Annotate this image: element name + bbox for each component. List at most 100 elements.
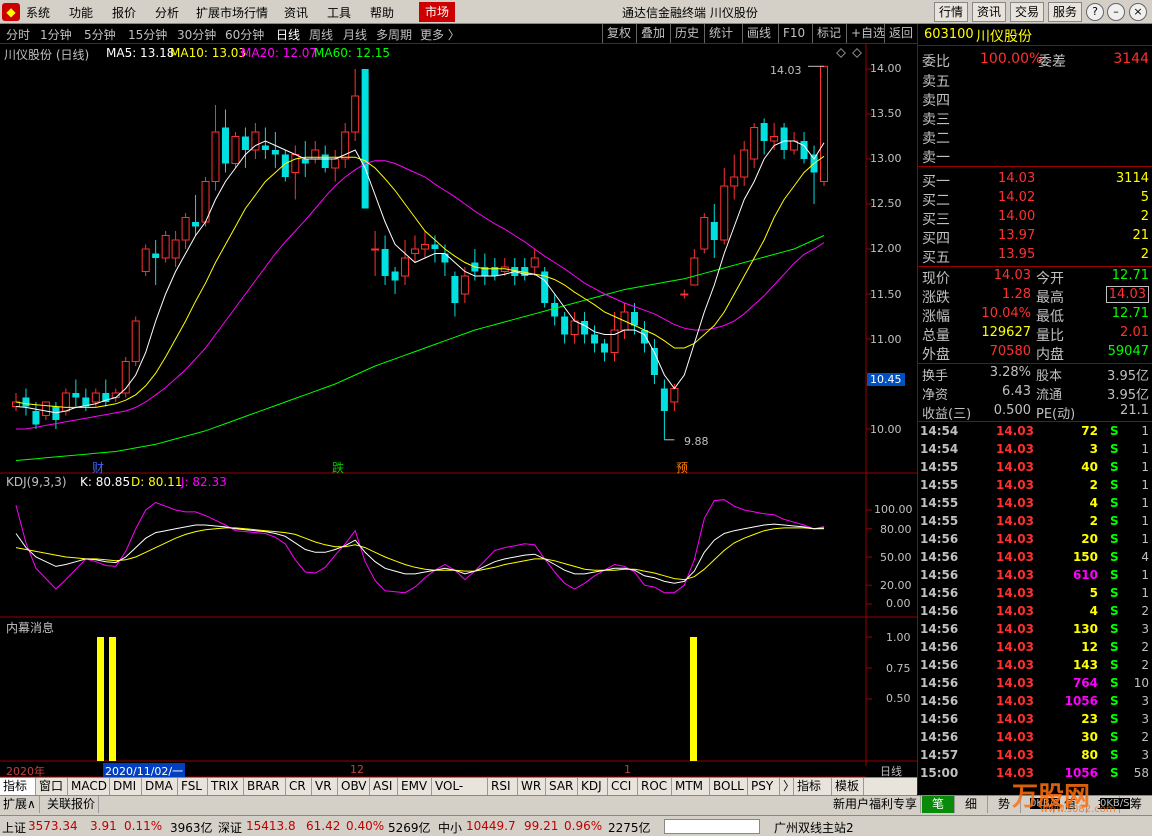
sz-label: 深证 — [218, 821, 243, 835]
indicator-tab[interactable]: 模板 — [832, 778, 864, 795]
buy-volume: 2 — [1140, 247, 1149, 262]
period-tab-more[interactable]: 更多 〉 — [420, 26, 460, 43]
buy-volume: 5 — [1140, 190, 1149, 205]
menu-item-system[interactable]: 系统 — [26, 4, 50, 21]
indicator-tab[interactable]: SAR — [546, 778, 578, 795]
right-panel-tab[interactable]: 笔 — [922, 796, 955, 813]
tick-side: S — [1110, 622, 1119, 636]
indicator-tab[interactable]: CCI — [608, 778, 638, 795]
top-button-quote[interactable]: 行情 — [934, 2, 968, 22]
candle-body-up — [720, 185, 729, 241]
indicator-tab[interactable]: 指标B — [794, 778, 832, 810]
menu-bar: ◆ 系统 功能 报价 分析 扩展市场行情 资讯 工具 帮助 市场 通达信金融终端… — [0, 0, 1152, 24]
tick-row: 14:54 14.03 3 S 1 — [918, 441, 1152, 459]
indicator-tab[interactable]: FSL — [178, 778, 208, 795]
tick-row: 14:56 14.03 150 S 4 — [918, 549, 1152, 567]
candle-body-down — [261, 145, 269, 150]
event-marker-drop[interactable]: 跌 — [332, 459, 344, 476]
server-name[interactable]: 广州双线主站2 — [774, 819, 854, 836]
right-panel-tab[interactable]: 细 — [955, 796, 988, 813]
indicator-tab[interactable]: BOLL — [710, 778, 748, 795]
menu-item-market[interactable]: 市场 — [419, 2, 456, 22]
tick-row: 14:56 14.03 610 S 1 — [918, 567, 1152, 585]
indicator-tab[interactable]: DMA — [142, 778, 178, 795]
new-user-link[interactable]: 新用户福利专享 — [830, 796, 922, 813]
menu-item-analysis[interactable]: 分析 — [155, 4, 179, 21]
period-tab-1min[interactable]: 1分钟 — [40, 26, 72, 43]
indicator-tab[interactable]: RSI — [488, 778, 518, 795]
button-mark[interactable]: 标记 — [812, 24, 845, 43]
close-icon[interactable]: × — [1129, 3, 1147, 21]
expand-button[interactable]: 扩展∧ — [0, 796, 40, 813]
button-draw[interactable]: 画线 — [742, 24, 775, 43]
indicator-tab[interactable]: TRIX — [208, 778, 244, 795]
button-overlay[interactable]: 叠加 — [636, 24, 669, 43]
indicator-tab[interactable]: BRAR — [244, 778, 286, 795]
indicator-tab[interactable]: DMI — [110, 778, 142, 795]
event-marker-finance[interactable]: 财 — [92, 459, 104, 476]
menu-item-news[interactable]: 资讯 — [284, 4, 308, 21]
button-f10[interactable]: F10 — [778, 24, 809, 43]
indicator-tab[interactable]: 〉 — [780, 778, 795, 795]
tick-row: 14:55 14.03 2 S 1 — [918, 477, 1152, 495]
indicator-tab[interactable]: VR — [312, 778, 338, 795]
help-icon[interactable]: ? — [1086, 3, 1104, 21]
indicator-tab[interactable]: EMV — [398, 778, 432, 795]
candle-body-down — [561, 316, 569, 335]
period-tab-multi[interactable]: 多周期 — [376, 26, 412, 43]
top-button-news[interactable]: 资讯 — [972, 2, 1006, 22]
button-back[interactable]: 返回 — [884, 24, 917, 43]
menu-item-function[interactable]: 功能 — [69, 4, 93, 21]
tick-count: 2 — [1141, 658, 1149, 672]
stat-label: 涨跌 — [922, 290, 950, 306]
stock-period-label: 川仪股份 (日线) — [4, 48, 90, 62]
menu-item-quote[interactable]: 报价 — [112, 4, 136, 21]
period-tab-weekly[interactable]: 周线 — [309, 26, 333, 43]
button-add-watchlist[interactable]: +自选 — [846, 24, 889, 43]
buy-volume: 21 — [1132, 228, 1149, 243]
indicator-tab[interactable]: ASI — [370, 778, 398, 795]
period-tab-monthly[interactable]: 月线 — [343, 26, 367, 43]
top-button-service[interactable]: 服务 — [1048, 2, 1082, 22]
indicator-tab[interactable]: MTM — [672, 778, 710, 795]
fin-value: 3.95亿 — [1107, 388, 1149, 403]
top-button-trade[interactable]: 交易 — [1010, 2, 1044, 22]
fin-label: PE(动) — [1036, 407, 1076, 422]
buy-level-label: 买五 — [922, 250, 950, 266]
indicator-tab[interactable]: 窗口 — [36, 778, 68, 795]
menu-item-tools[interactable]: 工具 — [327, 4, 351, 21]
tick-time: 14:56 — [920, 568, 959, 582]
button-history[interactable]: 历史 — [670, 24, 703, 43]
indicator-tab[interactable]: OBV — [338, 778, 370, 795]
stat-label: 最高 — [1036, 290, 1064, 306]
button-adjust[interactable]: 复权 — [602, 24, 635, 43]
kline-chart[interactable] — [0, 44, 917, 777]
app-logo-icon[interactable]: ◆ — [2, 3, 20, 21]
indicator-tab[interactable]: 指标A — [0, 778, 36, 810]
candle-body-up — [670, 388, 679, 403]
indicator-tab[interactable]: ROC — [638, 778, 672, 795]
current-price-tag: 10.45 — [867, 373, 905, 386]
period-tab-daily[interactable]: 日线 — [276, 26, 300, 43]
event-marker-forecast[interactable]: 预 — [676, 459, 688, 476]
period-tab-5min[interactable]: 5分钟 — [84, 26, 116, 43]
indicator-tab[interactable]: VOL-TDX — [432, 778, 488, 810]
period-tab-intraday[interactable]: 分时 — [6, 26, 30, 43]
tick-time: 14:54 — [920, 424, 959, 438]
indicator-tab[interactable]: CR — [286, 778, 312, 795]
button-stats[interactable]: 统计 — [704, 24, 737, 43]
candle-body-down — [381, 249, 389, 276]
period-tab-30min[interactable]: 30分钟 — [177, 26, 216, 43]
indicator-tab[interactable]: KDJ — [578, 778, 608, 795]
indicator-tab[interactable]: WR — [518, 778, 546, 795]
period-tab-15min[interactable]: 15分钟 — [128, 26, 167, 43]
indicator-tab[interactable]: MACD — [68, 778, 110, 795]
menu-item-ext-market[interactable]: 扩展市场行情 — [196, 4, 268, 21]
menu-item-help[interactable]: 帮助 — [370, 4, 394, 21]
candle-body-down — [241, 136, 249, 150]
candle-body-down — [321, 154, 329, 168]
indicator-tab[interactable]: PSY — [748, 778, 780, 795]
minimize-icon[interactable]: – — [1107, 3, 1125, 21]
period-tab-60min[interactable]: 60分钟 — [225, 26, 264, 43]
related-quote-button[interactable]: 关联报价 — [44, 796, 100, 813]
